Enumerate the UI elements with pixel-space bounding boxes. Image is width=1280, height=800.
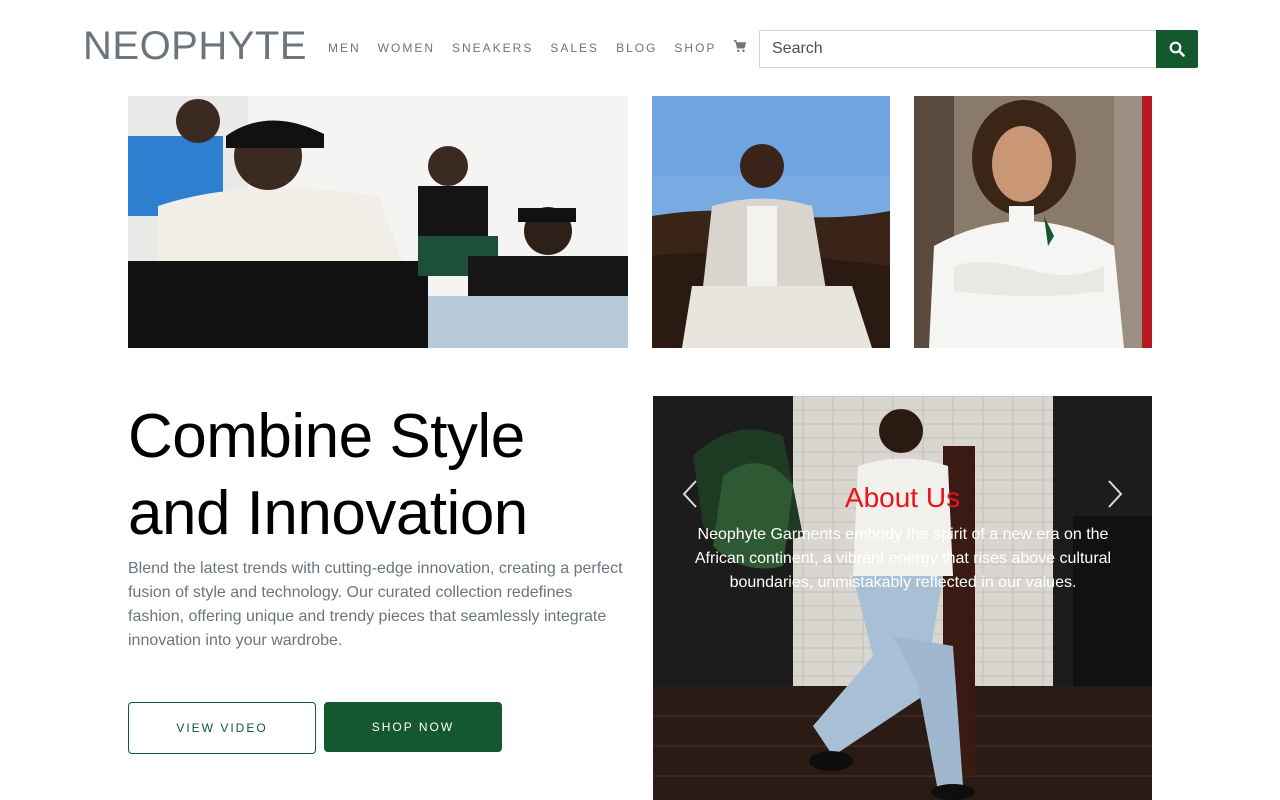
nav-item-sneakers[interactable]: SNEAKERS xyxy=(452,40,533,56)
nav-item-sales[interactable]: SALES xyxy=(550,40,599,56)
carousel-title: About Us xyxy=(844,482,961,513)
carousel-text: Neophyte Garments embody the spirit of a… xyxy=(694,526,1112,591)
carousel-background-image xyxy=(653,396,1152,800)
search-button[interactable] xyxy=(1156,30,1198,68)
nav-item-women[interactable]: WOMEN xyxy=(378,40,435,56)
about-carousel xyxy=(653,396,1152,800)
hero-description: Blend the latest trends with cutting-edg… xyxy=(128,560,623,649)
nav-item-blog[interactable]: BLOG xyxy=(616,40,657,56)
shop-now-button[interactable]: SHOP NOW xyxy=(324,702,502,752)
nav-item-shop[interactable]: SHOP xyxy=(674,40,716,56)
woman-portrait-photo xyxy=(914,96,1152,348)
search-icon xyxy=(1169,41,1185,57)
view-video-button[interactable]: VIEW VIDEO xyxy=(128,702,316,754)
nav-item-men[interactable]: MEN xyxy=(328,40,361,56)
hero-title: Combine Style and Innovation xyxy=(128,398,648,552)
cart-icon[interactable] xyxy=(733,39,749,55)
search-input[interactable] xyxy=(759,30,1157,68)
hero-title-line2: and Innovation xyxy=(128,479,528,548)
seated-man-photo xyxy=(652,96,890,348)
main-nav: MEN WOMEN SNEAKERS SALES BLOG SHOP xyxy=(328,40,749,56)
hero-photo-group xyxy=(128,96,628,348)
brand-logo[interactable]: NEOPHYTE xyxy=(83,24,307,68)
hero-title-line1: Combine Style xyxy=(128,402,525,471)
